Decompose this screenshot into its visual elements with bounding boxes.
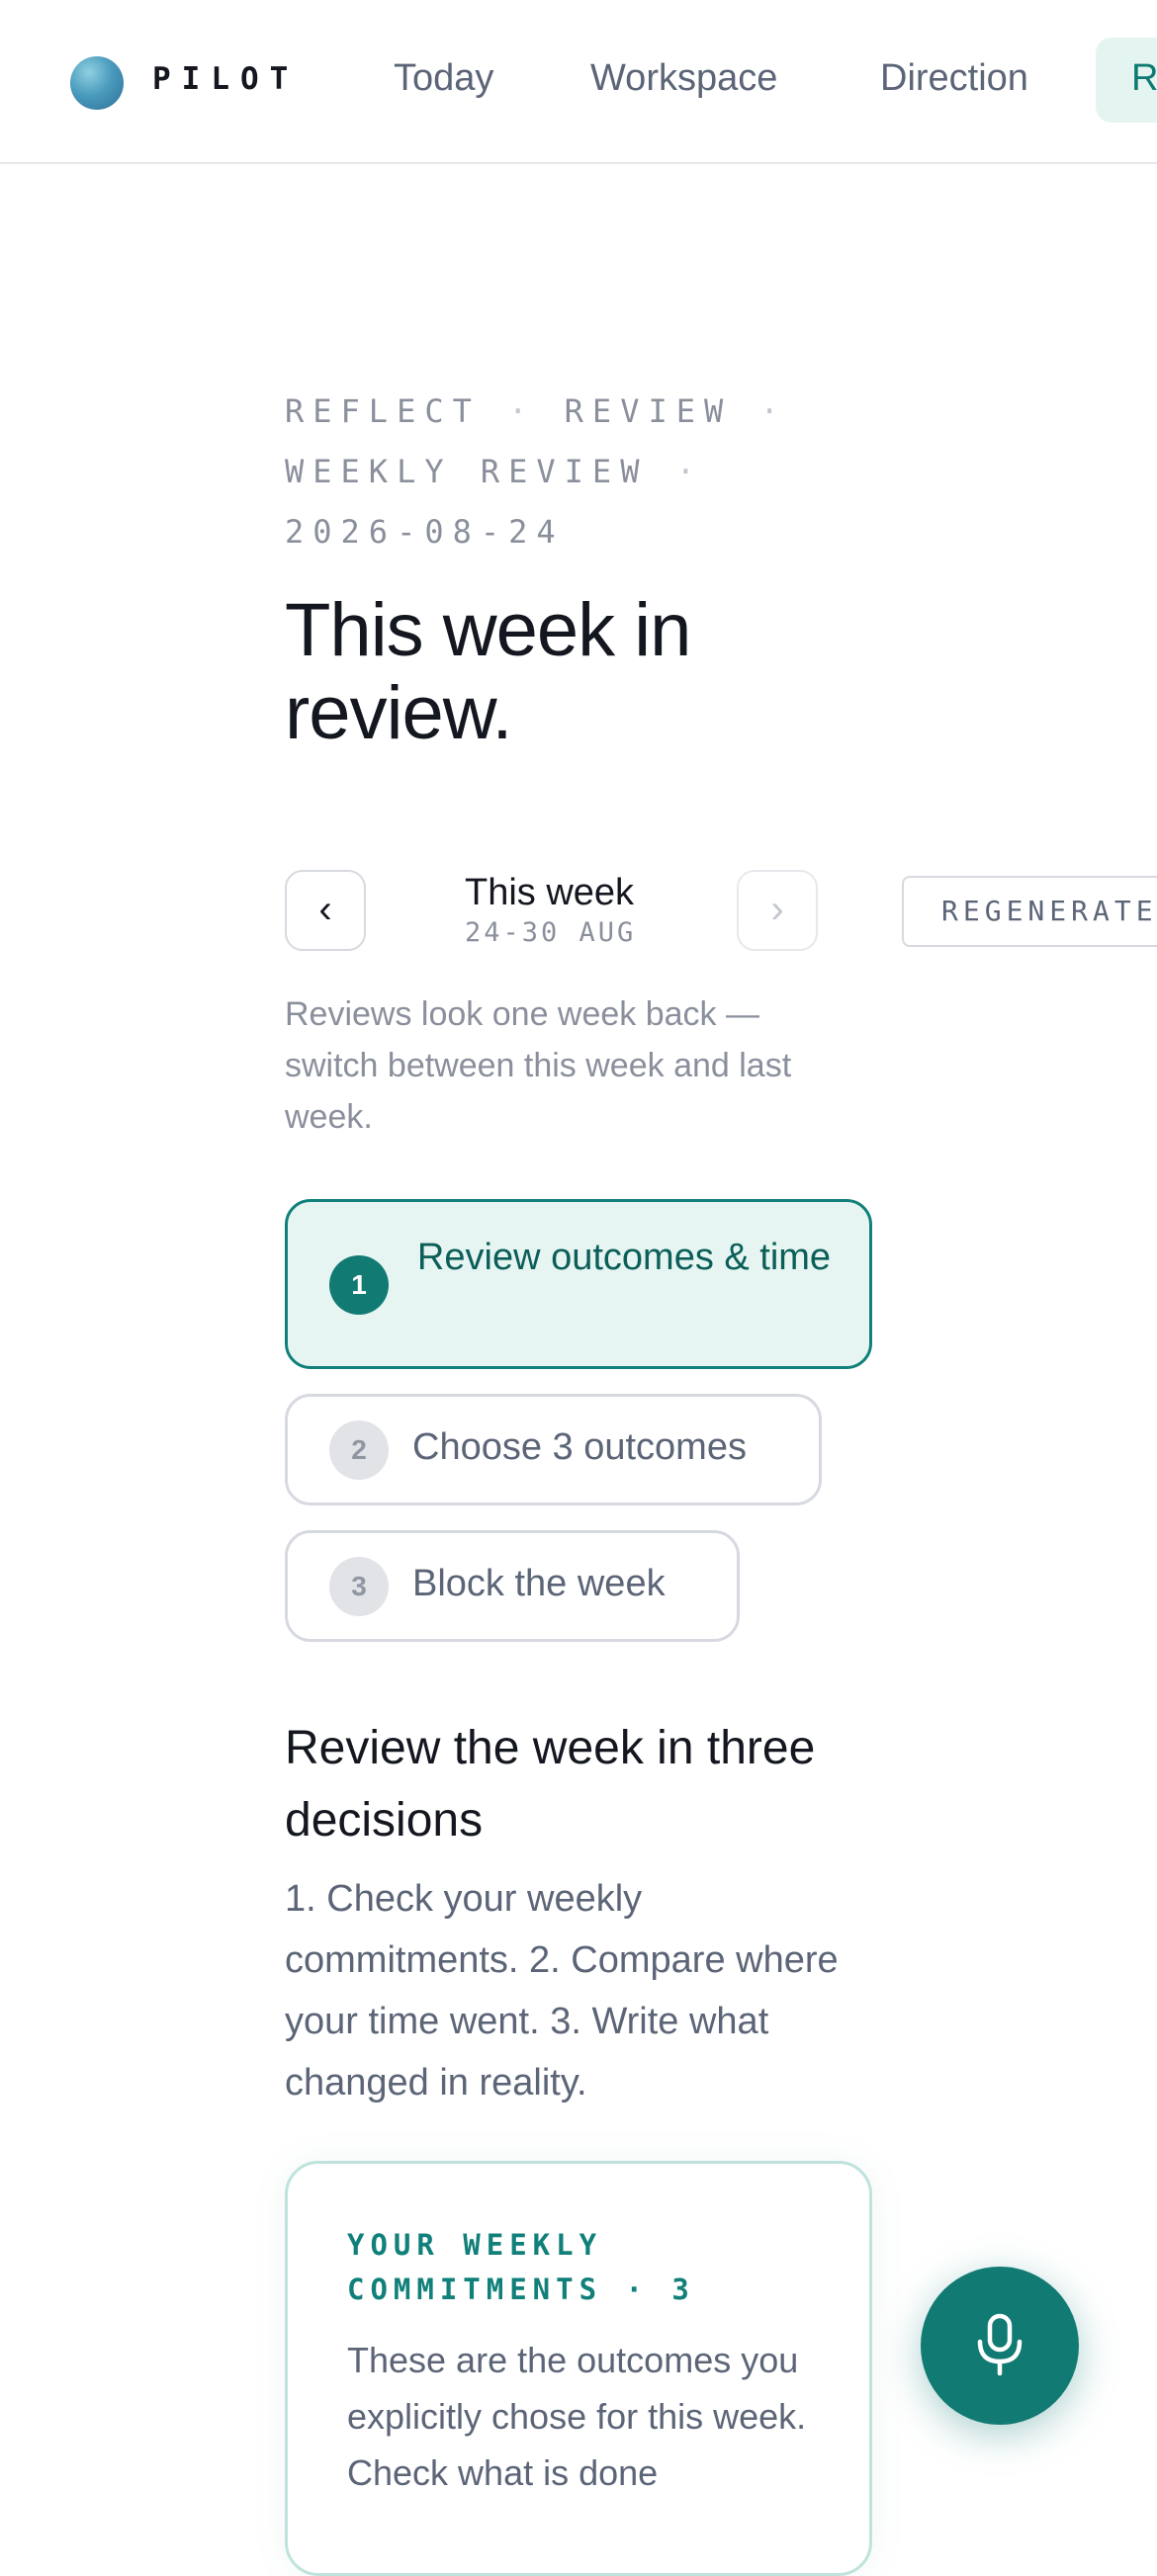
- nav-item-today[interactable]: Today: [394, 57, 493, 100]
- nav-item-reflect-active[interactable]: R: [1096, 38, 1157, 123]
- microphone-icon: [977, 2313, 1023, 2376]
- breadcrumb-separator: ·: [675, 453, 704, 490]
- breadcrumb-separator: ·: [508, 392, 537, 430]
- step-choose-outcomes[interactable]: 2 Choose 3 outcomes: [285, 1394, 822, 1505]
- chevron-right-icon: ›: [770, 888, 784, 931]
- week-date-range: 24-30 AUG: [465, 917, 637, 948]
- breadcrumb: REFLECT · REVIEW · WEEKLY REVIEW · 2026-…: [285, 382, 799, 562]
- breadcrumb-item-reflect[interactable]: REFLECT: [285, 392, 481, 430]
- chevron-left-icon: ‹: [318, 888, 332, 931]
- breadcrumb-item-date: 2026-08-24: [285, 513, 565, 551]
- brand-logo-icon[interactable]: [70, 56, 124, 110]
- week-label: This week: [465, 872, 635, 913]
- step-label: Block the week: [412, 1563, 666, 1604]
- week-selector-note: Reviews look one week back — switch betw…: [285, 995, 792, 1136]
- brand-name[interactable]: PILOT: [152, 61, 299, 97]
- regenerate-button[interactable]: REGENERATE: [902, 876, 1157, 947]
- step-number-badge: 1: [329, 1255, 389, 1315]
- step-label: Choose 3 outcomes: [412, 1426, 747, 1468]
- breadcrumb-item-weekly-review[interactable]: WEEKLY REVIEW: [285, 453, 648, 490]
- previous-week-button[interactable]: ‹: [285, 870, 366, 951]
- breadcrumb-separator: ·: [759, 392, 788, 430]
- nav-item-direction[interactable]: Direction: [880, 57, 1028, 100]
- step-label: Review outcomes & time: [416, 1237, 832, 1278]
- weekly-commitments-description: These are the outcomes you explicitly ch…: [347, 2340, 807, 2493]
- review-section-instructions: 1. Check your weekly commitments. 2. Com…: [285, 1878, 839, 2104]
- nav-item-workspace[interactable]: Workspace: [590, 57, 777, 100]
- step-review-outcomes[interactable]: 1 Review outcomes & time: [285, 1199, 872, 1369]
- next-week-button[interactable]: ›: [737, 870, 818, 951]
- step-block-week[interactable]: 3 Block the week: [285, 1530, 740, 1642]
- review-section-title: Review the week in three decisions: [285, 1722, 816, 1846]
- weekly-commitments-card: YOUR WEEKLY COMMITMENTS · 3 These are th…: [285, 2161, 872, 2576]
- page-title: This week in review.: [285, 588, 691, 755]
- top-nav-bar: PILOT Today Workspace Direction R: [0, 0, 1157, 164]
- breadcrumb-item-review[interactable]: REVIEW: [565, 392, 733, 430]
- step-number-badge: 3: [329, 1557, 389, 1616]
- voice-input-button[interactable]: [921, 2267, 1079, 2425]
- step-number-badge: 2: [329, 1420, 389, 1480]
- weekly-commitments-heading: YOUR WEEKLY COMMITMENTS · 3: [347, 2228, 695, 2306]
